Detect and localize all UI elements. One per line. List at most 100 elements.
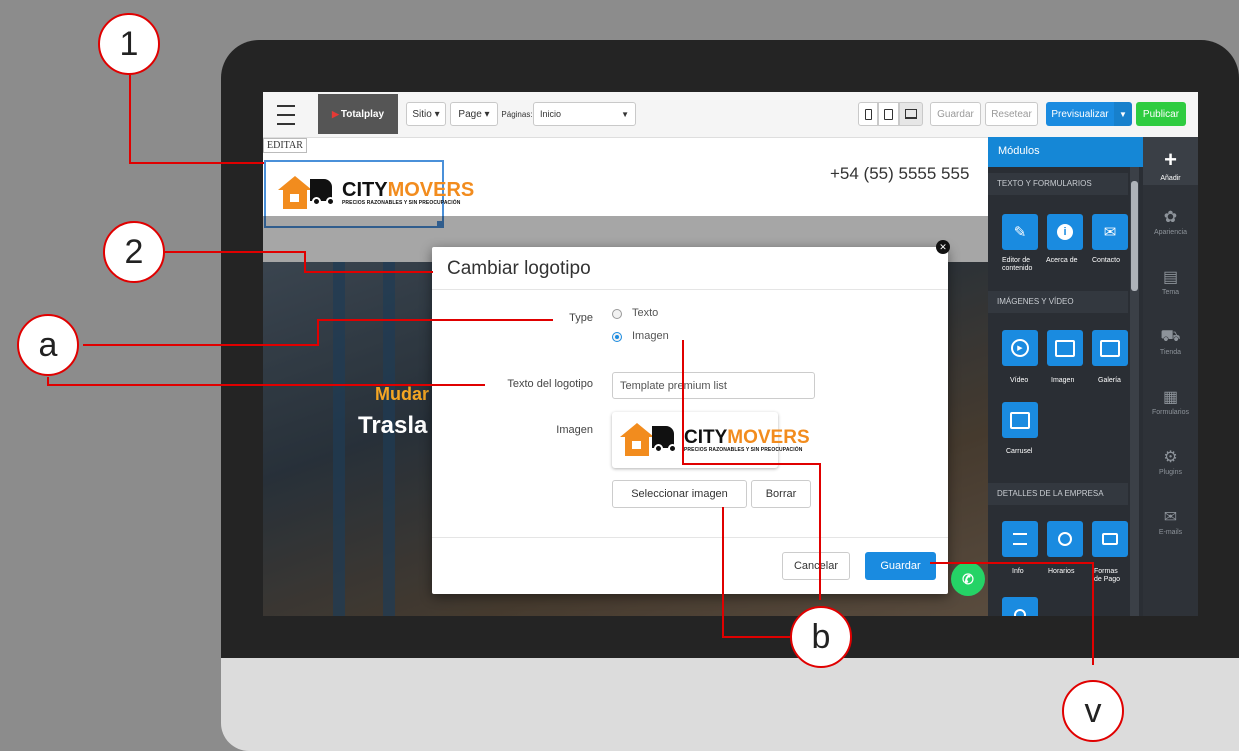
editor-module[interactable]: ✎ xyxy=(1002,214,1038,250)
appearance-tab[interactable]: ✿ Apariencia xyxy=(1143,207,1198,236)
logo-city-text: CITY xyxy=(342,179,388,201)
desktop-view-button[interactable] xyxy=(899,102,923,126)
hours-module-label: Horarios xyxy=(1048,568,1075,575)
plugin-icon: ⚙ xyxy=(1163,449,1178,466)
gallery-module[interactable] xyxy=(1092,330,1128,366)
resetear-button[interactable]: Resetear xyxy=(985,102,1038,126)
forms-tab[interactable]: ▦ Formularios xyxy=(1143,387,1198,416)
section-company-details: DETALLES DE LA EMPRESA xyxy=(988,483,1128,505)
right-tool-bar: + Añadir ✿ Apariencia ▤ Tema ⛟ Tienda ▦ Formu… xyxy=(1143,137,1198,616)
publicar-button[interactable]: Publicar xyxy=(1136,102,1186,126)
video-module-label: Vídeo xyxy=(1010,377,1029,384)
dialog-divider xyxy=(432,289,948,290)
cancel-button[interactable]: Cancelar xyxy=(782,552,850,580)
brand-name: Totalplay xyxy=(340,108,385,120)
paginas-value: Inicio xyxy=(540,109,562,119)
info-module[interactable] xyxy=(1002,521,1038,557)
camera-icon xyxy=(1100,339,1120,357)
contact-module[interactable]: ✉ xyxy=(1092,214,1128,250)
logo-image-preview: CITYMOVERS PRECIOS RAZONABLES Y SIN PREO… xyxy=(612,412,810,468)
about-module[interactable]: i xyxy=(1047,214,1083,250)
house-icon xyxy=(620,423,654,457)
page-dropdown[interactable]: Page ▾ xyxy=(450,102,498,126)
annotation-1: 1 xyxy=(98,13,160,75)
site-phone: +54 (55) 5555 555 xyxy=(830,164,970,183)
hours-module[interactable] xyxy=(1047,521,1083,557)
previsualizar-caret-icon[interactable]: ▼ xyxy=(1114,102,1132,126)
info-icon: i xyxy=(1057,224,1073,240)
tablet-view-button[interactable] xyxy=(878,102,899,126)
save-logo-button[interactable]: Guardar xyxy=(865,552,936,580)
logo-text-input[interactable] xyxy=(612,372,815,399)
envelope-icon: ✉ xyxy=(1163,509,1178,526)
caret-down-icon: ▼ xyxy=(621,109,629,119)
select-image-button[interactable]: Seleccionar imagen xyxy=(612,480,747,508)
gallery-module-label: Galería xyxy=(1098,377,1121,384)
editor-module-label: Editor de contenido xyxy=(1002,257,1033,273)
monitor-icon xyxy=(905,109,917,119)
scrollbar-thumb[interactable] xyxy=(1131,181,1138,291)
annotation-2: 2 xyxy=(103,221,165,283)
editar-label[interactable]: EDITAR xyxy=(263,138,307,153)
dialog-title: Cambiar logotipo xyxy=(447,258,591,279)
store-tab[interactable]: ⛟ Tienda xyxy=(1143,327,1198,356)
payment-module-label: Formas de Pago xyxy=(1094,568,1121,584)
plus-icon: + xyxy=(1164,147,1177,172)
cart-icon: ⛟ xyxy=(1160,328,1181,345)
edit-icon: ✎ xyxy=(1013,224,1027,241)
play-icon: ▶ xyxy=(331,108,339,119)
payment-module[interactable] xyxy=(1092,521,1128,557)
plugins-tab[interactable]: ⚙ Plugins xyxy=(1143,447,1198,476)
palette-icon: ✿ xyxy=(1163,209,1178,226)
add-tab[interactable]: + Añadir xyxy=(1143,137,1198,185)
top-toolbar: ▶ Totalplay Sitio ▾ Page ▾ Páginas: Inici… xyxy=(263,92,1198,138)
modules-title: Módulos xyxy=(988,137,1143,167)
radio-imagen[interactable] xyxy=(612,332,622,342)
about-module-label: Acerca de xyxy=(1046,257,1078,264)
contact-module-label: Contacto xyxy=(1092,257,1121,264)
logo-movers-text: MOVERS xyxy=(727,426,810,448)
image-module[interactable] xyxy=(1047,330,1083,366)
house-icon xyxy=(278,176,312,210)
tablet-icon xyxy=(884,108,893,120)
modules-sidebar: Módulos TEXTO Y FORMULARIOS ✎ i ✉ Editor… xyxy=(988,137,1143,616)
option-texto-label[interactable]: Texto xyxy=(632,307,658,319)
whatsapp-icon[interactable]: ✆ xyxy=(951,562,985,596)
delete-image-button[interactable]: Borrar xyxy=(751,480,811,508)
hero-heading-line1: Mudar xyxy=(375,384,429,404)
preview-logo: CITYMOVERS PRECIOS RAZONABLES Y SIN PREO… xyxy=(620,423,810,457)
phone-icon xyxy=(864,108,872,120)
change-logo-dialog: ✕ Cambiar logotipo Type Texto Imagen Tex… xyxy=(432,240,950,594)
camera-icon xyxy=(1010,411,1030,429)
logo-text-label: Texto del logotipo xyxy=(507,378,593,390)
close-icon[interactable]: ✕ xyxy=(936,240,950,254)
sidebar-scrollbar[interactable] xyxy=(1130,167,1139,616)
brand-logo: ▶ Totalplay xyxy=(318,94,398,134)
logo-movers-text: MOVERS xyxy=(387,179,475,201)
emails-tab[interactable]: ✉ E-mails xyxy=(1143,507,1198,536)
option-imagen-label[interactable]: Imagen xyxy=(632,330,669,342)
radio-texto[interactable] xyxy=(612,309,622,319)
camera-icon xyxy=(1055,339,1075,357)
logo-subtitle: PRECIOS RAZONABLES Y SIN PREOCUPACIÓN xyxy=(342,200,461,206)
app-screen: ▶ Totalplay Sitio ▾ Page ▾ Páginas: Inici… xyxy=(263,92,1198,616)
previsualizar-button[interactable]: Previsualizar xyxy=(1046,102,1114,126)
truck-icon xyxy=(310,179,340,207)
location-module[interactable] xyxy=(1002,597,1038,616)
form-icon: ▦ xyxy=(1162,389,1179,406)
menu-icon[interactable] xyxy=(275,105,297,125)
paginas-select[interactable]: Inicio ▼ xyxy=(533,102,636,126)
section-images-video: IMÁGENES Y VÍDEO xyxy=(988,291,1128,313)
annotation-a: a xyxy=(17,314,79,376)
mobile-view-button[interactable] xyxy=(858,102,878,126)
annotation-v: v xyxy=(1062,680,1124,742)
video-module[interactable]: ▶ xyxy=(1002,330,1038,366)
guardar-button[interactable]: Guardar xyxy=(930,102,981,126)
info-module-label: Info xyxy=(1012,568,1024,575)
paginas-label: Páginas: xyxy=(501,109,533,119)
theme-tab[interactable]: ▤ Tema xyxy=(1143,267,1198,296)
sitio-dropdown[interactable]: Sitio ▾ xyxy=(406,102,446,126)
truck-icon xyxy=(652,426,682,454)
carousel-module[interactable] xyxy=(1002,402,1038,438)
clock-icon xyxy=(1058,532,1072,546)
